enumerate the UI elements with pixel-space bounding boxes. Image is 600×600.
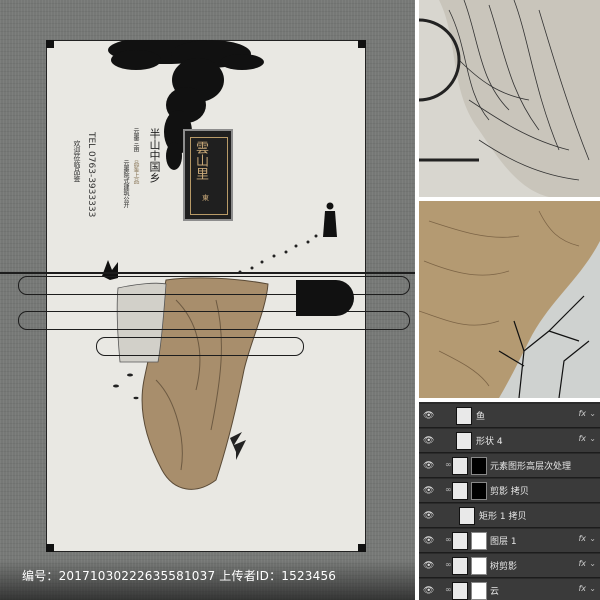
fx-icon[interactable]: fx [578, 559, 586, 568]
layer-name: 云 [490, 587, 500, 597]
fx-icon[interactable]: fx [578, 409, 586, 418]
eye-icon[interactable]: 👁 [423, 436, 434, 446]
layer-name: 矩形 1 拷贝 [479, 512, 527, 522]
layer-thumbnail [452, 457, 468, 475]
tagline-b: 品鉴上品 [132, 160, 139, 184]
gold-detail-illustration [419, 201, 600, 398]
fx-icon[interactable]: fx [578, 434, 586, 443]
tree-silhouette [230, 432, 246, 460]
black-capsule [296, 280, 354, 316]
chevron-down-icon[interactable]: ⌄ [589, 434, 596, 443]
chevron-down-icon[interactable]: ⌄ [589, 559, 596, 568]
detail-crop-sketch [419, 0, 600, 197]
eye-icon[interactable]: 👁 [423, 561, 434, 571]
layer-row[interactable]: 👁 ∞ 元素图形高层次处理 [419, 454, 600, 478]
layer-mask-thumbnail [471, 532, 487, 550]
fx-icon[interactable]: fx [578, 584, 586, 593]
layer-thumbnail [452, 557, 468, 575]
layer-row[interactable]: 👁 ∞ 剪影 拷贝 [419, 479, 600, 503]
layer-thumbnail [459, 507, 475, 525]
chevron-down-icon[interactable]: ⌄ [589, 534, 596, 543]
layer-mask-thumbnail [471, 482, 487, 500]
image-id-text: 编号：20171030222635581037 上传者ID：1523456 [22, 569, 337, 583]
eye-icon[interactable]: 👁 [423, 511, 434, 521]
horizon-line [0, 272, 415, 274]
layer-thumbnail [456, 432, 472, 450]
layer-mask-thumbnail [471, 582, 487, 600]
person-silhouette [323, 202, 337, 237]
fish-group [113, 373, 139, 400]
layer-thumbnail [456, 407, 472, 425]
layer-name: 鱼 [476, 412, 486, 422]
invite-text: 欢迎莅临品鉴 [73, 140, 81, 182]
layer-thumbnail [452, 582, 468, 600]
layer-mask-thumbnail [471, 457, 487, 475]
layer-row[interactable]: 👁 ∞ 图层 1 fx ⌄ [419, 529, 600, 553]
link-icon[interactable]: ∞ [445, 535, 452, 544]
fx-icon[interactable]: fx [578, 534, 586, 543]
link-icon[interactable]: ∞ [445, 585, 452, 594]
layer-name: 图层 1 [490, 537, 517, 547]
phone-number: TEL 0763-3933333 [86, 132, 96, 218]
eye-icon[interactable]: 👁 [423, 586, 434, 596]
pipe-shape-2 [18, 311, 410, 330]
layer-row[interactable]: 👁 鱼 fx ⌄ [419, 404, 600, 428]
link-icon[interactable]: ∞ [445, 460, 452, 469]
eye-icon[interactable]: 👁 [423, 461, 434, 471]
tagline-main: 半山中国乡 [148, 128, 161, 183]
chevron-down-icon[interactable]: ⌄ [589, 584, 596, 593]
eye-icon[interactable]: 👁 [423, 536, 434, 546]
layer-row[interactable]: 👁 形状 4 fx ⌄ [419, 429, 600, 453]
layer-row[interactable]: 👁 矩形 1 拷贝 [419, 504, 600, 528]
layers-panel: 👁 鱼 fx ⌄ 👁 形状 4 fx ⌄ 👁 ∞ 元素图形高层次处理 👁 ∞ 剪… [419, 402, 600, 600]
layer-name: 元素图形高层次处理 [490, 462, 572, 472]
title-card: 雲山里 東 [183, 129, 233, 221]
chevron-down-icon[interactable]: ⌄ [589, 409, 596, 418]
layer-mask-thumbnail [471, 557, 487, 575]
tagline-c: 云墨院式建筑公开 [122, 160, 129, 208]
pipe-shape-3 [96, 337, 304, 356]
eye-icon[interactable]: 👁 [423, 411, 434, 421]
link-icon[interactable]: ∞ [445, 485, 452, 494]
poster-title-sub: 東 [202, 194, 209, 202]
layer-thumbnail [452, 482, 468, 500]
layer-row[interactable]: 👁 ∞ 云 fx ⌄ [419, 579, 600, 600]
footprints [238, 234, 318, 274]
poster-title: 雲山里 [193, 141, 208, 180]
layer-name: 剪影 拷贝 [490, 487, 529, 497]
sketch-detail-illustration [419, 0, 600, 197]
tagline-a: 云墨三亩 [132, 128, 139, 152]
layer-row[interactable]: 👁 ∞ 树剪影 fx ⌄ [419, 554, 600, 578]
layer-name: 形状 4 [476, 437, 503, 447]
eye-icon[interactable]: 👁 [423, 486, 434, 496]
layer-name: 树剪影 [490, 562, 518, 572]
detail-crop-gold [419, 201, 600, 398]
layer-thumbnail [452, 532, 468, 550]
link-icon[interactable]: ∞ [445, 560, 452, 569]
